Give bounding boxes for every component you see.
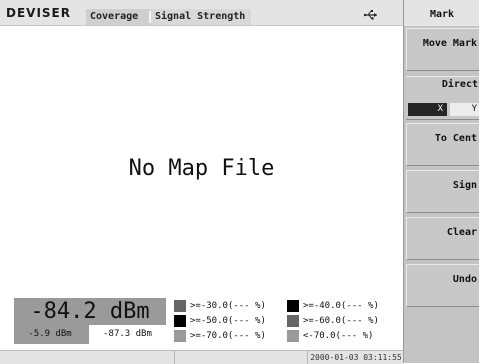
direction-y-option[interactable]: Y — [450, 103, 479, 116]
legend-label: >=-40.0(--- %) — [303, 301, 379, 311]
legend-label: >=-70.0(--- %) — [190, 331, 266, 341]
direction-control[interactable]: Direct X Y — [406, 76, 479, 120]
brand-logo: DEVISER — [6, 6, 71, 20]
status-datetime: 2000-01-03 03:11:55 — [307, 351, 404, 364]
top-bar: DEVISER Coverage Signal Strength — [0, 0, 403, 26]
legend-label: >=-60.0(--- %) — [303, 316, 379, 326]
legend-swatch — [174, 330, 186, 342]
tab-signal-strength[interactable]: Signal Strength — [151, 9, 251, 25]
direction-label: Direct — [441, 79, 478, 90]
clear-button[interactable]: Clear — [406, 217, 479, 260]
legend-swatch — [174, 300, 186, 312]
sign-button[interactable]: Sign — [406, 170, 479, 213]
legend-swatch — [287, 315, 299, 327]
signal-readout: -84.2 dBm -5.9 dBm -87.3 dBm — [14, 298, 166, 344]
direction-x-option[interactable]: X — [408, 103, 447, 116]
to-center-button[interactable]: To Cent — [406, 123, 479, 166]
legend-label: <-70.0(--- %) — [303, 331, 374, 341]
softkey-panel: Mark Move Mark Direct X Y To Cent Sign C… — [403, 0, 479, 363]
map-message: No Map File — [128, 156, 275, 181]
legend-label: >=-30.0(--- %) — [190, 301, 266, 311]
signal-value: -84.2 dBm — [30, 299, 150, 324]
usb-icon — [364, 10, 377, 20]
legend-swatch — [287, 300, 299, 312]
legend-swatch — [174, 315, 186, 327]
undo-button[interactable]: Undo — [406, 264, 479, 307]
panel-title: Mark — [404, 0, 479, 26]
status-bar: 2000-01-03 03:11:55 — [0, 350, 403, 364]
move-mark-button[interactable]: Move Mark — [406, 28, 479, 71]
legend-label: >=-50.0(--- %) — [190, 316, 266, 326]
status-segment — [0, 351, 175, 364]
signal-min: -5.9 dBm — [28, 329, 72, 339]
tab-coverage[interactable]: Coverage — [86, 9, 156, 25]
legend-swatch — [287, 330, 299, 342]
signal-max: -87.3 dBm — [89, 325, 166, 344]
